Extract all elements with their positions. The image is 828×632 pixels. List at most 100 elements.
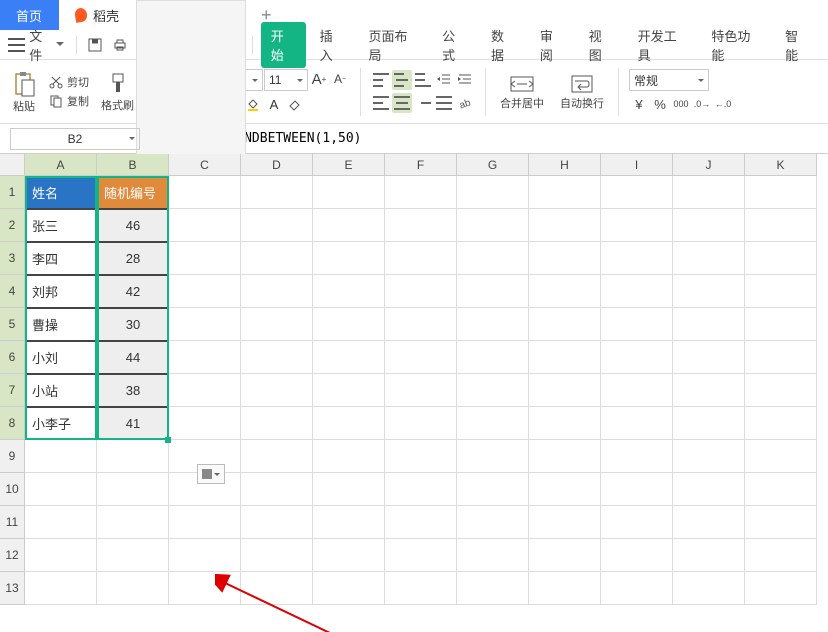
cell[interactable] <box>169 539 241 572</box>
cell-a4[interactable]: 刘邦 <box>25 275 97 308</box>
menu-tab-review[interactable]: 审阅 <box>530 22 575 68</box>
cell[interactable] <box>673 176 745 209</box>
cell[interactable] <box>457 539 529 572</box>
cell[interactable] <box>385 308 457 341</box>
merge-center-button[interactable]: 合并居中 <box>496 71 548 113</box>
file-menu[interactable]: 文件 <box>29 26 63 64</box>
cell[interactable] <box>169 209 241 242</box>
cell[interactable] <box>529 275 601 308</box>
row-header[interactable]: 9 <box>0 440 25 473</box>
align-right-button[interactable] <box>413 93 433 113</box>
cell[interactable] <box>25 572 97 605</box>
col-header[interactable]: H <box>529 154 601 176</box>
cell[interactable] <box>97 440 169 473</box>
col-header[interactable]: J <box>673 154 745 176</box>
cell[interactable] <box>601 572 673 605</box>
cell[interactable] <box>529 440 601 473</box>
cell[interactable] <box>745 539 817 572</box>
decrease-font-button[interactable]: A− <box>330 69 350 89</box>
menu-tab-start[interactable]: 开始 <box>261 22 306 68</box>
menu-tab-view[interactable]: 视图 <box>579 22 624 68</box>
cell-b7[interactable]: 38 <box>97 374 169 407</box>
save-icon[interactable] <box>85 34 106 56</box>
cell[interactable] <box>673 473 745 506</box>
cell[interactable] <box>241 407 313 440</box>
cell[interactable] <box>169 572 241 605</box>
cell[interactable] <box>745 275 817 308</box>
cell[interactable] <box>385 572 457 605</box>
clear-format-button[interactable] <box>285 94 305 114</box>
cell[interactable] <box>241 209 313 242</box>
cell[interactable] <box>457 374 529 407</box>
cell[interactable] <box>745 242 817 275</box>
cell[interactable] <box>97 539 169 572</box>
cell-b4[interactable]: 42 <box>97 275 169 308</box>
cell[interactable] <box>169 176 241 209</box>
cell[interactable] <box>169 275 241 308</box>
tab-daoke[interactable]: 稻壳 <box>59 0 136 30</box>
row-header[interactable]: 5 <box>0 308 25 341</box>
cell[interactable] <box>601 308 673 341</box>
cell[interactable] <box>313 176 385 209</box>
cell[interactable] <box>313 341 385 374</box>
cell[interactable] <box>313 308 385 341</box>
cell[interactable] <box>529 374 601 407</box>
font-size-combo[interactable]: 11 <box>264 69 308 91</box>
cell[interactable] <box>385 539 457 572</box>
cell-a6[interactable]: 小刘 <box>25 341 97 374</box>
cell[interactable] <box>457 473 529 506</box>
cell[interactable] <box>313 473 385 506</box>
menu-tab-smart[interactable]: 智能 <box>775 22 820 68</box>
cell-b6[interactable]: 44 <box>97 341 169 374</box>
cell[interactable] <box>529 572 601 605</box>
cell[interactable] <box>745 506 817 539</box>
row-header[interactable]: 4 <box>0 275 25 308</box>
cell[interactable] <box>313 242 385 275</box>
increase-indent-button[interactable] <box>455 70 475 90</box>
menu-tab-special[interactable]: 特色功能 <box>701 22 771 68</box>
cell[interactable] <box>385 473 457 506</box>
cell[interactable] <box>457 407 529 440</box>
font-color-button[interactable]: A <box>264 94 284 114</box>
cell[interactable] <box>241 440 313 473</box>
col-header[interactable]: A <box>25 154 97 176</box>
cell[interactable] <box>745 176 817 209</box>
cut-button[interactable]: 剪切 <box>48 74 89 90</box>
cell-b3[interactable]: 28 <box>97 242 169 275</box>
align-left-button[interactable] <box>371 93 391 113</box>
cell[interactable] <box>601 176 673 209</box>
cell[interactable] <box>241 242 313 275</box>
align-center-button[interactable] <box>392 93 412 113</box>
align-top-button[interactable] <box>371 70 391 90</box>
cell[interactable] <box>385 209 457 242</box>
cell[interactable] <box>385 407 457 440</box>
cell[interactable] <box>313 407 385 440</box>
thousands-button[interactable]: 000 <box>671 94 691 114</box>
currency-button[interactable]: ¥ <box>629 94 649 114</box>
fill-handle[interactable] <box>165 437 171 443</box>
cell[interactable] <box>313 209 385 242</box>
row-header[interactable]: 2 <box>0 209 25 242</box>
cell[interactable] <box>529 308 601 341</box>
cell[interactable] <box>673 440 745 473</box>
row-header[interactable]: 13 <box>0 572 25 605</box>
cell[interactable] <box>529 473 601 506</box>
cell[interactable] <box>25 440 97 473</box>
cell[interactable] <box>385 176 457 209</box>
cell[interactable] <box>385 506 457 539</box>
cell[interactable] <box>241 473 313 506</box>
cell[interactable] <box>673 572 745 605</box>
cell[interactable] <box>385 341 457 374</box>
col-header[interactable]: K <box>745 154 817 176</box>
select-all-corner[interactable] <box>0 154 25 176</box>
cell[interactable] <box>169 341 241 374</box>
cell[interactable] <box>745 572 817 605</box>
row-header[interactable]: 8 <box>0 407 25 440</box>
cell[interactable] <box>25 473 97 506</box>
cell[interactable] <box>241 506 313 539</box>
cell[interactable] <box>313 572 385 605</box>
cell[interactable] <box>169 506 241 539</box>
cell-a2[interactable]: 张三 <box>25 209 97 242</box>
increase-font-button[interactable]: A+ <box>309 69 329 89</box>
cell[interactable] <box>241 176 313 209</box>
